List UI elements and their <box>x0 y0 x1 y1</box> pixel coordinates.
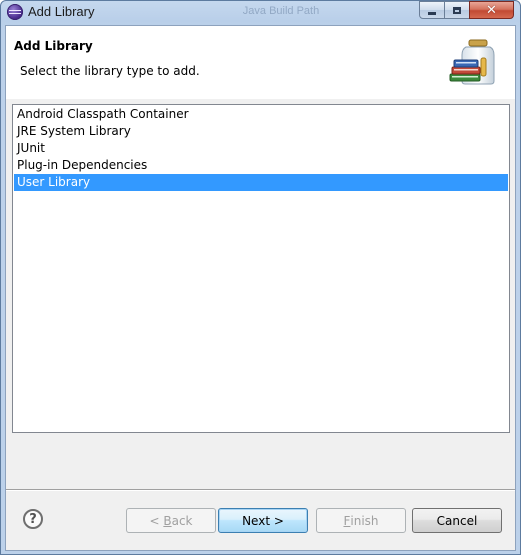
minimize-icon <box>428 11 436 15</box>
maximize-icon <box>453 6 461 14</box>
header-separator <box>6 98 515 99</box>
back-button-rest: ack <box>171 513 193 528</box>
minimize-button[interactable] <box>419 1 445 19</box>
list-item-user-library[interactable]: User Library <box>14 174 508 191</box>
title-bar[interactable]: Add Library Java Build Path ✕ <box>1 1 520 23</box>
list-item-junit[interactable]: JUnit <box>14 140 508 157</box>
back-button-prefix: < <box>149 513 164 528</box>
back-button[interactable]: < Back <box>126 508 216 533</box>
window-title: Add Library <box>28 4 95 19</box>
maximize-button[interactable] <box>444 1 470 19</box>
list-item-plug-in-dependencies[interactable]: Plug-in Dependencies <box>14 157 508 174</box>
background-window-title: Java Build Path <box>242 5 320 17</box>
list-item-jre-system-library[interactable]: JRE System Library <box>14 123 508 140</box>
finish-button[interactable]: Finish <box>316 508 406 533</box>
next-button[interactable]: Next > <box>218 508 308 533</box>
library-type-list[interactable]: Android Classpath Container JRE System L… <box>12 104 510 433</box>
close-icon: ✕ <box>486 2 497 18</box>
finish-button-mnemonic: F <box>343 513 351 528</box>
library-jar-icon <box>449 39 495 85</box>
cancel-button[interactable]: Cancel <box>412 508 502 533</box>
add-library-dialog: Add Library Java Build Path ✕ Add Librar… <box>0 0 521 555</box>
back-button-mnemonic: B <box>163 513 172 528</box>
close-button[interactable]: ✕ <box>469 1 514 19</box>
wizard-header: Add Library Select the library type to a… <box>6 26 515 99</box>
footer-separator-highlight <box>6 490 515 491</box>
dialog-body: Add Library Select the library type to a… <box>5 25 516 551</box>
finish-button-rest: inish <box>350 513 379 528</box>
wizard-description: Select the library type to add. <box>20 64 200 78</box>
list-item-android-classpath-container[interactable]: Android Classpath Container <box>14 106 508 123</box>
help-icon[interactable]: ? <box>23 509 43 529</box>
eclipse-icon <box>7 4 23 20</box>
wizard-title: Add Library <box>14 39 93 53</box>
